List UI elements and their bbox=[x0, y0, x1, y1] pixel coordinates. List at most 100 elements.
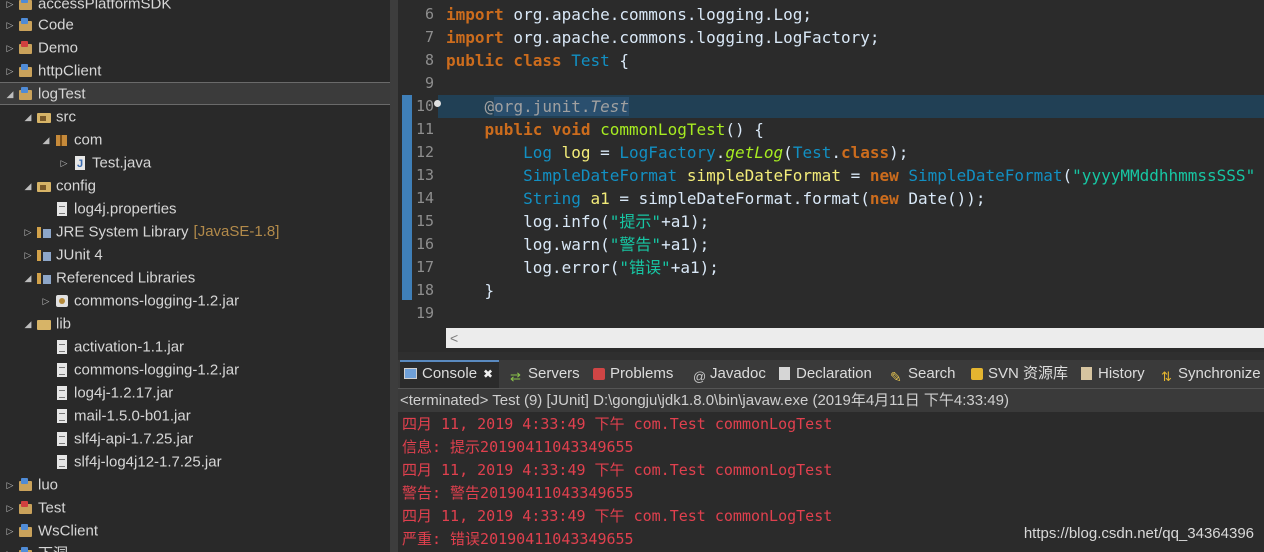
chevron-down-icon[interactable]: ◢ bbox=[22, 175, 34, 198]
console-output-line: 警告: 警告20190411043349655 bbox=[402, 484, 634, 502]
tree-item-mail-jar[interactable]: mail-1.5.0-b01.jar bbox=[0, 404, 390, 427]
view-tab-bar: Console✖ Servers Problems Javadoc Declar… bbox=[398, 360, 1264, 391]
tree-item-slf4j-api-jar[interactable]: slf4j-api-1.7.25.jar bbox=[0, 427, 390, 450]
tree-item-activation-jar[interactable]: activation-1.1.jar bbox=[0, 335, 390, 358]
source-folder-icon bbox=[36, 110, 52, 124]
line-number: 8 bbox=[424, 51, 434, 69]
code-editor[interactable]: 6 7 8 9 10 11 12 13 14 15 16 17 18 19 im… bbox=[398, 0, 1264, 352]
tree-item-label: Test bbox=[38, 499, 66, 517]
file-icon bbox=[54, 202, 70, 217]
tree-item-label: JRE System Library bbox=[56, 223, 189, 241]
chevron-right-icon[interactable]: ▷ bbox=[4, 60, 16, 83]
tree-item-junit4[interactable]: ▷ JUnit 4 bbox=[0, 243, 390, 266]
tree-item-log4j-properties[interactable]: log4j.properties bbox=[0, 197, 390, 220]
library-icon bbox=[36, 248, 52, 262]
chevron-right-icon[interactable]: ▷ bbox=[4, 497, 16, 520]
code-line-7: import org.apache.commons.logging.LogFac… bbox=[446, 28, 880, 47]
tree-item-commons-logging-lib[interactable]: commons-logging-1.2.jar bbox=[0, 358, 390, 381]
file-icon bbox=[54, 432, 70, 447]
code-line-14: String a1 = simpleDateFormat.format(new … bbox=[523, 189, 986, 208]
tree-item-label: httpClient bbox=[38, 62, 102, 80]
line-number: 9 bbox=[424, 74, 434, 92]
tree-item-jre-system-library[interactable]: ▷ JRE System Library [JavaSE-1.8] bbox=[0, 220, 390, 243]
file-icon bbox=[54, 340, 70, 355]
search-icon bbox=[890, 363, 904, 391]
chevron-right-icon[interactable]: ▷ bbox=[4, 474, 16, 497]
library-icon bbox=[36, 271, 52, 285]
project-error-icon bbox=[18, 41, 34, 55]
code-line-8: public class Test { bbox=[446, 51, 630, 70]
console-output-line: 四月 11, 2019 4:33:49 下午 com.Test commonLo… bbox=[402, 461, 833, 479]
chevron-right-icon[interactable]: ▷ bbox=[22, 221, 34, 244]
tree-item-luo[interactable]: ▷ luo bbox=[0, 473, 390, 496]
tab-declaration[interactable]: Declaration bbox=[778, 360, 872, 388]
tree-item-code[interactable]: ▷ Code bbox=[0, 13, 390, 36]
code-line-12: Log log = LogFactory.getLog(Test.class); bbox=[523, 143, 909, 162]
tab-servers[interactable]: Servers bbox=[510, 360, 580, 391]
chevron-down-icon[interactable]: ◢ bbox=[22, 267, 34, 290]
tree-item-label: luo bbox=[38, 476, 59, 494]
chevron-right-icon[interactable]: ▷ bbox=[4, 14, 16, 37]
tree-item-log4j-jar[interactable]: log4j-1.2.17.jar bbox=[0, 381, 390, 404]
chevron-down-icon[interactable]: ◢ bbox=[22, 106, 34, 129]
tree-item-xiadong[interactable]: ▷ 下洞 bbox=[0, 542, 390, 552]
console-icon bbox=[404, 367, 418, 381]
tree-item-logtest[interactable]: ◢ logTest bbox=[0, 82, 390, 105]
tree-item-test-project[interactable]: ▷ Test bbox=[0, 496, 390, 519]
tree-item-referenced-libraries[interactable]: ◢ Referenced Libraries bbox=[0, 266, 390, 289]
chevron-right-icon[interactable]: ▷ bbox=[4, 520, 16, 543]
tab-history[interactable]: History bbox=[1080, 360, 1145, 388]
tree-item-label: 下洞 bbox=[38, 546, 68, 552]
panel-sash[interactable] bbox=[390, 0, 398, 552]
tab-search[interactable]: Search bbox=[890, 360, 956, 391]
svn-icon bbox=[970, 367, 984, 381]
close-icon[interactable]: ✖ bbox=[483, 367, 493, 381]
project-icon bbox=[18, 478, 34, 492]
project-icon bbox=[18, 524, 34, 538]
scroll-left-icon[interactable]: < bbox=[450, 328, 458, 348]
servers-icon bbox=[510, 363, 524, 391]
chevron-down-icon[interactable]: ◢ bbox=[4, 84, 16, 105]
tab-synchronize[interactable]: Synchronize bbox=[1160, 360, 1261, 391]
fold-collapse-icon[interactable] bbox=[434, 100, 441, 107]
tree-item-label: Code bbox=[38, 16, 74, 34]
line-number: 17 bbox=[415, 258, 434, 276]
tree-item-label: slf4j-log4j12-1.7.25.jar bbox=[74, 453, 222, 471]
problems-icon bbox=[592, 367, 606, 381]
tree-item-lib[interactable]: ◢ lib bbox=[0, 312, 390, 335]
chevron-right-icon[interactable]: ▷ bbox=[58, 152, 70, 175]
java-file-icon bbox=[72, 153, 88, 176]
code-line-15: log.info("提示"+a1); bbox=[523, 212, 710, 231]
line-number: 6 bbox=[424, 5, 434, 23]
tree-item-com[interactable]: ◢ com bbox=[0, 128, 390, 151]
tree-item-slf4j-log4j12-jar[interactable]: slf4j-log4j12-1.7.25.jar bbox=[0, 450, 390, 473]
tree-item-test-java[interactable]: ▷ Test.java bbox=[0, 151, 390, 176]
tree-item-demo[interactable]: ▷ Demo bbox=[0, 36, 390, 59]
tab-javadoc[interactable]: Javadoc bbox=[692, 360, 766, 391]
horizontal-scrollbar[interactable]: < bbox=[446, 328, 1264, 348]
file-icon bbox=[54, 409, 70, 424]
tree-item-label: log4j.properties bbox=[74, 200, 177, 218]
chevron-right-icon[interactable]: ▷ bbox=[4, 37, 16, 60]
chevron-right-icon[interactable]: ▷ bbox=[4, 543, 16, 552]
tab-console[interactable]: Console ✖ bbox=[400, 360, 500, 388]
tree-item-label: accessPlatformSDK bbox=[38, 0, 172, 13]
tree-item-httpclient[interactable]: ▷ httpClient bbox=[0, 59, 390, 82]
project-icon bbox=[18, 547, 34, 552]
tree-item-wsclient[interactable]: ▷ WsClient bbox=[0, 519, 390, 542]
console-output-line: 四月 11, 2019 4:33:49 下午 com.Test commonLo… bbox=[402, 415, 833, 433]
tree-item-config[interactable]: ◢ config bbox=[0, 174, 390, 197]
line-number: 16 bbox=[415, 235, 434, 253]
project-icon bbox=[18, 64, 34, 78]
tree-item-src[interactable]: ◢ src bbox=[0, 105, 390, 128]
tab-svn-repository[interactable]: SVN 资源库 bbox=[970, 360, 1068, 388]
chevron-down-icon[interactable]: ◢ bbox=[22, 313, 34, 336]
chevron-right-icon[interactable]: ▷ bbox=[22, 244, 34, 267]
tree-item-label: Test.java bbox=[92, 154, 152, 172]
project-icon bbox=[18, 18, 34, 32]
tab-problems[interactable]: Problems bbox=[592, 360, 673, 388]
tree-item-commons-logging-ref[interactable]: ▷ commons-logging-1.2.jar bbox=[0, 289, 390, 312]
code-line-6: import org.apache.commons.logging.Log; bbox=[446, 5, 813, 24]
chevron-down-icon[interactable]: ◢ bbox=[40, 129, 52, 152]
chevron-right-icon[interactable]: ▷ bbox=[40, 290, 52, 313]
